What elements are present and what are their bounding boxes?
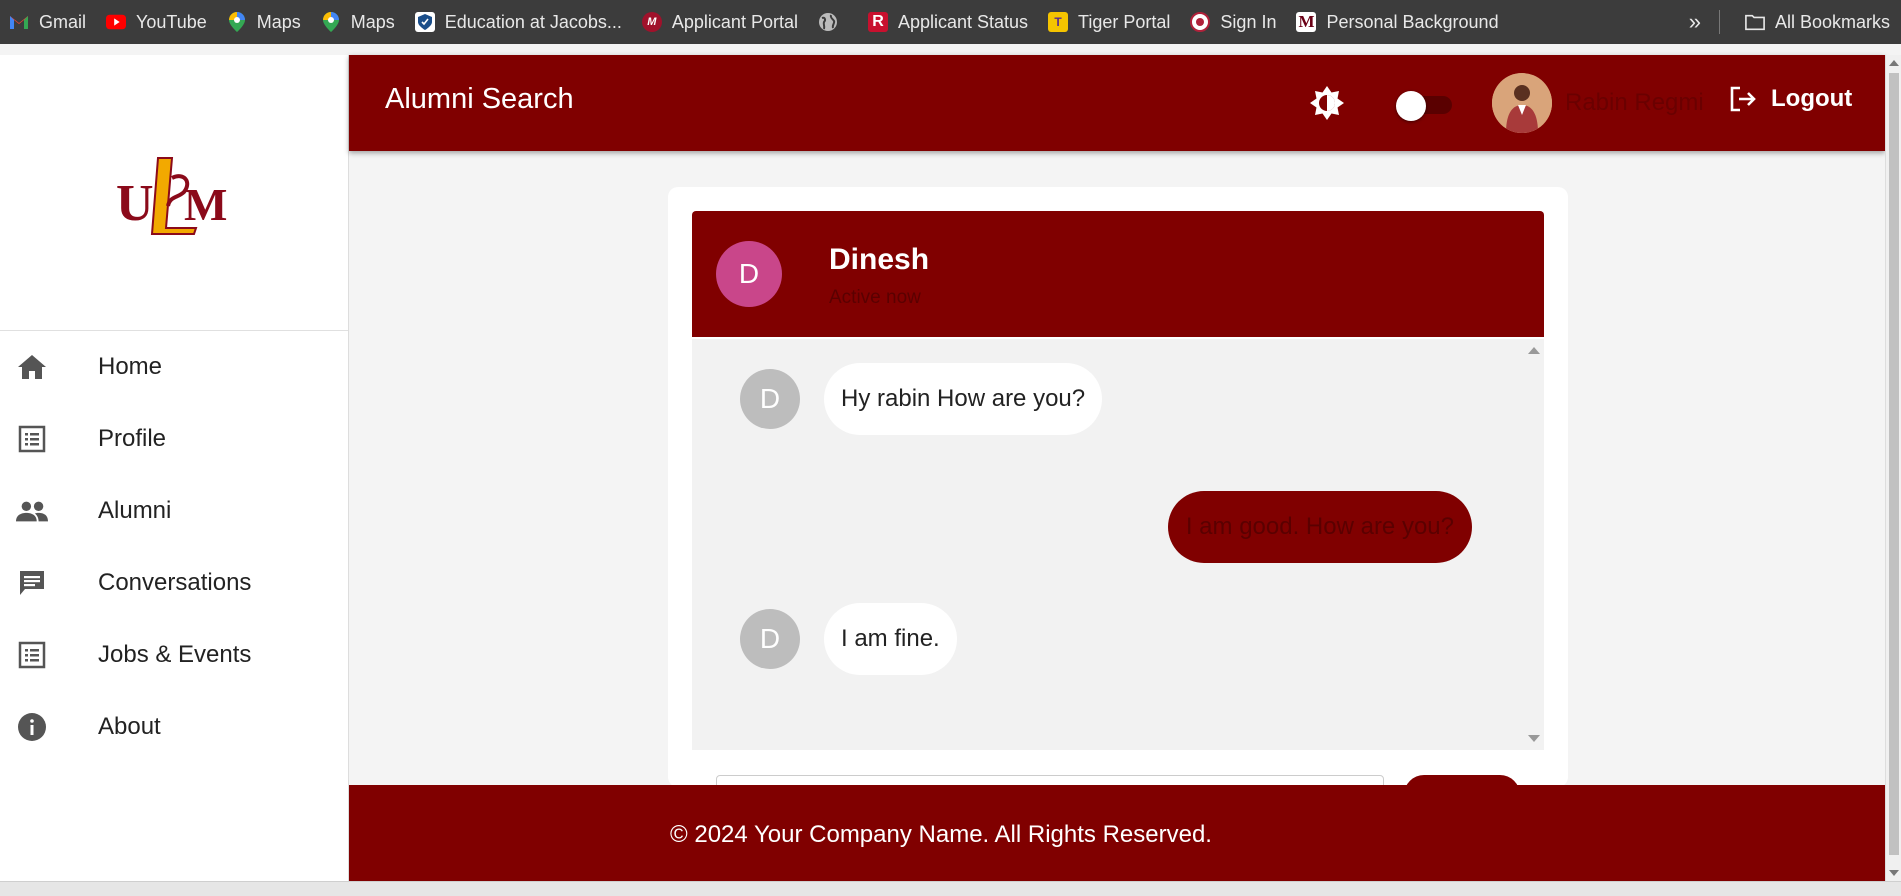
scroll-up-arrow-icon[interactable] [1528, 347, 1540, 354]
bookmark-label: YouTube [136, 11, 207, 32]
list-icon [16, 639, 48, 671]
bookmark-maps[interactable]: Maps [218, 0, 312, 44]
brightness-icon[interactable] [1309, 85, 1345, 121]
message-outgoing: I am good. How are you? [1167, 491, 1472, 563]
message-incoming: D I am fine. [740, 603, 957, 675]
chat-card: D Dinesh Active now D Hy rabin How are y… [668, 187, 1568, 805]
message-scrollbar[interactable] [1522, 339, 1544, 750]
ulm-logo[interactable]: U M [114, 148, 234, 238]
all-bookmarks-label: All Bookmarks [1774, 11, 1890, 32]
chat-icon [16, 567, 48, 599]
app-header: Alumni Search Rabin Regmi Logout [349, 55, 1885, 151]
message-bubble: I am good. How are you? [1167, 491, 1472, 563]
svg-text:M: M [184, 179, 227, 230]
r-logo-icon: R [867, 12, 888, 32]
bookmark-personal-background[interactable]: M Personal Background [1287, 0, 1509, 44]
globe-icon [818, 12, 838, 32]
bookmark-label: Gmail [39, 11, 87, 32]
bookmark-education[interactable]: Education at Jacobs... [406, 0, 633, 44]
bookmark-label: Maps [256, 11, 301, 32]
bookmark-sign-in[interactable]: Sign In [1181, 0, 1287, 44]
message-avatar: D [740, 369, 800, 429]
sidebar-item-alumni[interactable]: Alumni [0, 475, 348, 547]
scrollbar-thumb[interactable] [1889, 73, 1899, 855]
people-icon [16, 495, 48, 527]
message-avatar: D [740, 609, 800, 669]
page-title: Alumni Search [385, 83, 574, 115]
bookmark-globe[interactable] [809, 0, 859, 44]
sidebar-item-label: About [98, 713, 161, 740]
message-incoming: D Hy rabin How are you? [740, 363, 1103, 435]
youtube-icon [106, 12, 127, 32]
contact-status: Active now [829, 287, 921, 308]
scroll-down-arrow-icon[interactable] [1528, 735, 1540, 742]
bookmarks-bar: Gmail YouTube Maps Maps Education at Jac… [0, 0, 1901, 44]
sidebar-item-home[interactable]: Home [0, 331, 348, 403]
shield-icon [414, 12, 435, 32]
m-logo-icon: M [1296, 12, 1317, 32]
footer-text: © 2024 Your Company Name. All Rights Res… [670, 821, 1212, 848]
page-scrollbar[interactable] [1885, 55, 1901, 881]
tiger-icon: T [1048, 12, 1069, 32]
bookmark-gmail[interactable]: Gmail [0, 0, 97, 44]
sidebar: U M Home Profile Alumni Conversations Jo… [0, 55, 349, 881]
bookmark-applicant-status[interactable]: R Applicant Status [859, 0, 1039, 44]
scroll-down-arrow-icon[interactable] [1889, 870, 1899, 876]
user-name[interactable]: Rabin Regmi [1565, 89, 1704, 117]
sidebar-item-label: Jobs & Events [98, 641, 252, 668]
sidebar-item-conversations[interactable]: Conversations [0, 547, 348, 619]
bookmark-label: Education at Jacobs... [444, 11, 622, 32]
theme-toggle[interactable] [1396, 91, 1454, 121]
info-icon [16, 711, 48, 743]
sidebar-item-profile[interactable]: Profile [0, 403, 348, 475]
svg-text:U: U [116, 175, 154, 232]
status-strip [0, 881, 1901, 896]
footer: © 2024 Your Company Name. All Rights Res… [349, 785, 1885, 881]
bookmark-label: Applicant Portal [671, 11, 798, 32]
sidebar-item-jobs-events[interactable]: Jobs & Events [0, 619, 348, 691]
bookmark-label: Applicant Status [897, 11, 1029, 32]
maps-pin-icon [321, 12, 341, 32]
logo-area: U M [0, 55, 348, 331]
folder-icon [1745, 12, 1765, 32]
bookmarks-divider [1718, 10, 1720, 34]
sidebar-item-about[interactable]: About [0, 691, 348, 763]
sidebar-item-label: Home [98, 353, 163, 380]
chat-header: D Dinesh Active now [692, 211, 1544, 337]
bookmark-label: Tiger Portal [1078, 11, 1171, 32]
message-list[interactable]: D Hy rabin How are you? I am good. How a… [692, 339, 1544, 750]
contact-name: Dinesh [829, 243, 930, 276]
sidebar-item-label: Alumni [98, 497, 172, 524]
message-bubble: I am fine. [824, 603, 957, 675]
applicant-portal-icon: M [641, 12, 662, 32]
sidebar-item-label: Conversations [98, 569, 252, 596]
all-bookmarks-button[interactable]: All Bookmarks [1736, 0, 1901, 44]
user-photo [1492, 73, 1552, 133]
bookmark-maps[interactable]: Maps [312, 0, 406, 44]
maps-pin-icon [227, 12, 247, 32]
bookmark-youtube[interactable]: YouTube [97, 0, 218, 44]
logout-label: Logout [1771, 85, 1853, 112]
bookmark-applicant-portal[interactable]: M Applicant Portal [633, 0, 809, 44]
bookmark-label: Maps [350, 11, 395, 32]
home-icon [16, 351, 48, 383]
bookmark-label: Sign In [1220, 11, 1277, 32]
bookmark-tiger-portal[interactable]: T Tiger Portal [1039, 0, 1181, 44]
scroll-up-arrow-icon[interactable] [1889, 60, 1899, 66]
double-chevron-icon[interactable]: » [1671, 9, 1719, 35]
contact-avatar[interactable]: D [716, 241, 782, 307]
seal-icon [1190, 12, 1211, 32]
list-icon [16, 423, 48, 455]
avatar[interactable] [1492, 73, 1552, 133]
logout-button[interactable]: Logout [1729, 85, 1852, 113]
bookmark-label: Personal Background [1326, 11, 1499, 32]
message-bubble: Hy rabin How are you? [824, 363, 1103, 435]
logout-icon [1730, 86, 1756, 112]
gmail-icon [9, 12, 29, 32]
toggle-knob [1396, 91, 1426, 121]
sidebar-item-label: Profile [98, 425, 167, 452]
